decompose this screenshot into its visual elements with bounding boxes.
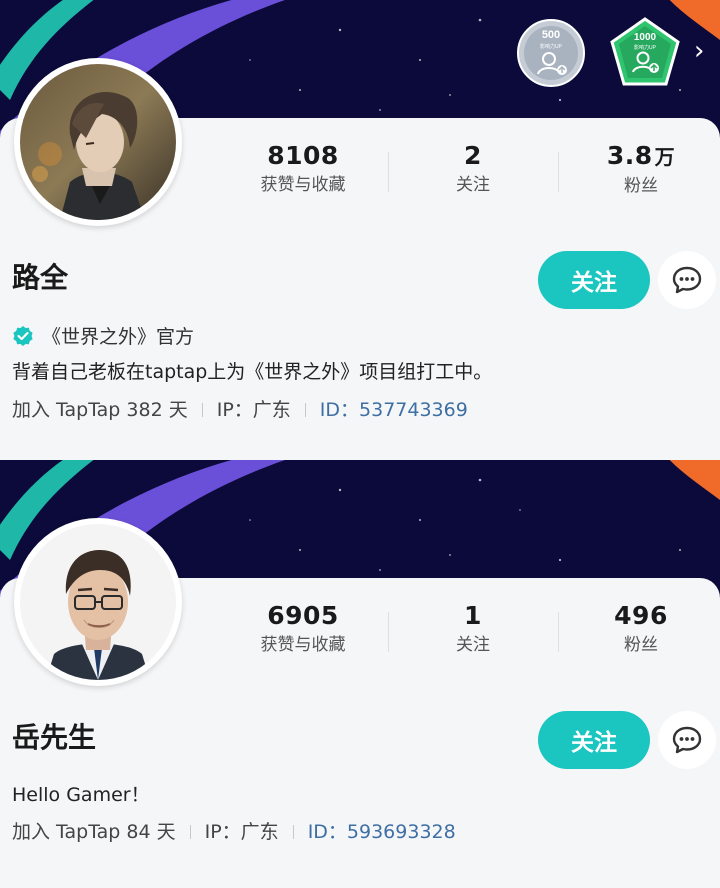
chevron-right-icon[interactable]: › bbox=[694, 36, 704, 66]
user-id-link[interactable]: ID：537743369 bbox=[320, 396, 468, 424]
stat-likes-label: 获赞与收藏 bbox=[260, 175, 346, 195]
chat-bubble-icon bbox=[672, 266, 702, 294]
avatar[interactable] bbox=[14, 58, 182, 226]
influence-500-badge-icon[interactable]: 500 影响力UP bbox=[516, 18, 586, 88]
divider bbox=[201, 403, 203, 417]
stat-likes-label: 获赞与收藏 bbox=[260, 635, 346, 655]
ip-text: IP：广东 bbox=[216, 399, 291, 421]
follow-button[interactable]: 关注 bbox=[538, 711, 650, 769]
message-button[interactable] bbox=[658, 711, 716, 769]
profile-name: 岳先生 bbox=[12, 721, 97, 754]
follow-button[interactable]: 关注 bbox=[538, 251, 650, 309]
stat-followers[interactable]: 496 粉丝 bbox=[556, 600, 720, 658]
profile-card-1: 500 影响力UP 1000 影响力UP › 8108 获赞与收藏 2 关注 3… bbox=[0, 0, 720, 460]
verified-text: 《世界之外》官方 bbox=[42, 326, 195, 348]
joined-text: 加入 TapTap 84 天 bbox=[12, 821, 176, 843]
stat-following-value: 2 bbox=[464, 141, 482, 170]
ip-text: IP：广东 bbox=[204, 821, 279, 843]
stat-followers-label: 粉丝 bbox=[624, 176, 658, 196]
stat-likes[interactable]: 8108 获赞与收藏 bbox=[218, 140, 388, 198]
divider bbox=[292, 825, 294, 839]
influence-1000-badge-icon[interactable]: 1000 影响力UP bbox=[608, 16, 682, 90]
avatar-image bbox=[20, 64, 176, 220]
stat-likes-value: 6905 bbox=[267, 601, 339, 630]
divider bbox=[304, 403, 306, 417]
stat-followers-unit: 万 bbox=[654, 145, 676, 169]
chat-bubble-icon bbox=[672, 726, 702, 754]
user-id-link[interactable]: ID：593693328 bbox=[308, 818, 456, 846]
avatar-image bbox=[20, 524, 176, 680]
svg-text:1000: 1000 bbox=[634, 32, 657, 43]
stat-likes[interactable]: 6905 获赞与收藏 bbox=[218, 600, 388, 658]
stat-following-label: 关注 bbox=[456, 175, 490, 195]
joined-text: 加入 TapTap 382 天 bbox=[12, 399, 188, 421]
stat-following-label: 关注 bbox=[456, 635, 490, 655]
stat-followers-label: 粉丝 bbox=[624, 635, 658, 655]
avatar[interactable] bbox=[14, 518, 182, 686]
verified-check-icon bbox=[13, 325, 33, 346]
divider bbox=[189, 825, 191, 839]
svg-text:500: 500 bbox=[542, 29, 560, 41]
profile-name: 路全 bbox=[12, 261, 69, 294]
profile-bio: 背着自己老板在taptap上为《世界之外》项目组打工中。 bbox=[12, 361, 493, 383]
profile-stats: 8108 获赞与收藏 2 关注 3.8 万 粉丝 bbox=[218, 140, 720, 200]
stat-following[interactable]: 1 关注 bbox=[388, 600, 558, 658]
stat-followers-value: 3.8 bbox=[606, 141, 653, 170]
stat-followers-value: 496 bbox=[614, 601, 668, 630]
stat-following-value: 1 bbox=[464, 601, 482, 630]
profile-bio: Hello Gamer！ bbox=[12, 784, 150, 806]
svg-text:影响力UP: 影响力UP bbox=[634, 44, 657, 51]
verified-label: 《世界之外》官方 bbox=[12, 322, 194, 349]
profile-meta: 加入 TapTap 382 天 IP：广东 ID：537743369 bbox=[12, 396, 468, 424]
stat-followers[interactable]: 3.8 万 粉丝 bbox=[556, 140, 720, 199]
stat-likes-value: 8108 bbox=[267, 141, 339, 170]
profile-stats: 6905 获赞与收藏 1 关注 496 粉丝 bbox=[218, 600, 720, 660]
profile-meta: 加入 TapTap 84 天 IP：广东 ID：593693328 bbox=[12, 818, 456, 846]
svg-text:影响力UP: 影响力UP bbox=[540, 43, 563, 50]
message-button[interactable] bbox=[658, 251, 716, 309]
stat-following[interactable]: 2 关注 bbox=[388, 140, 558, 198]
profile-card-2: 6905 获赞与收藏 1 关注 496 粉丝 岳先生 关注 Hello Game… bbox=[0, 460, 720, 888]
